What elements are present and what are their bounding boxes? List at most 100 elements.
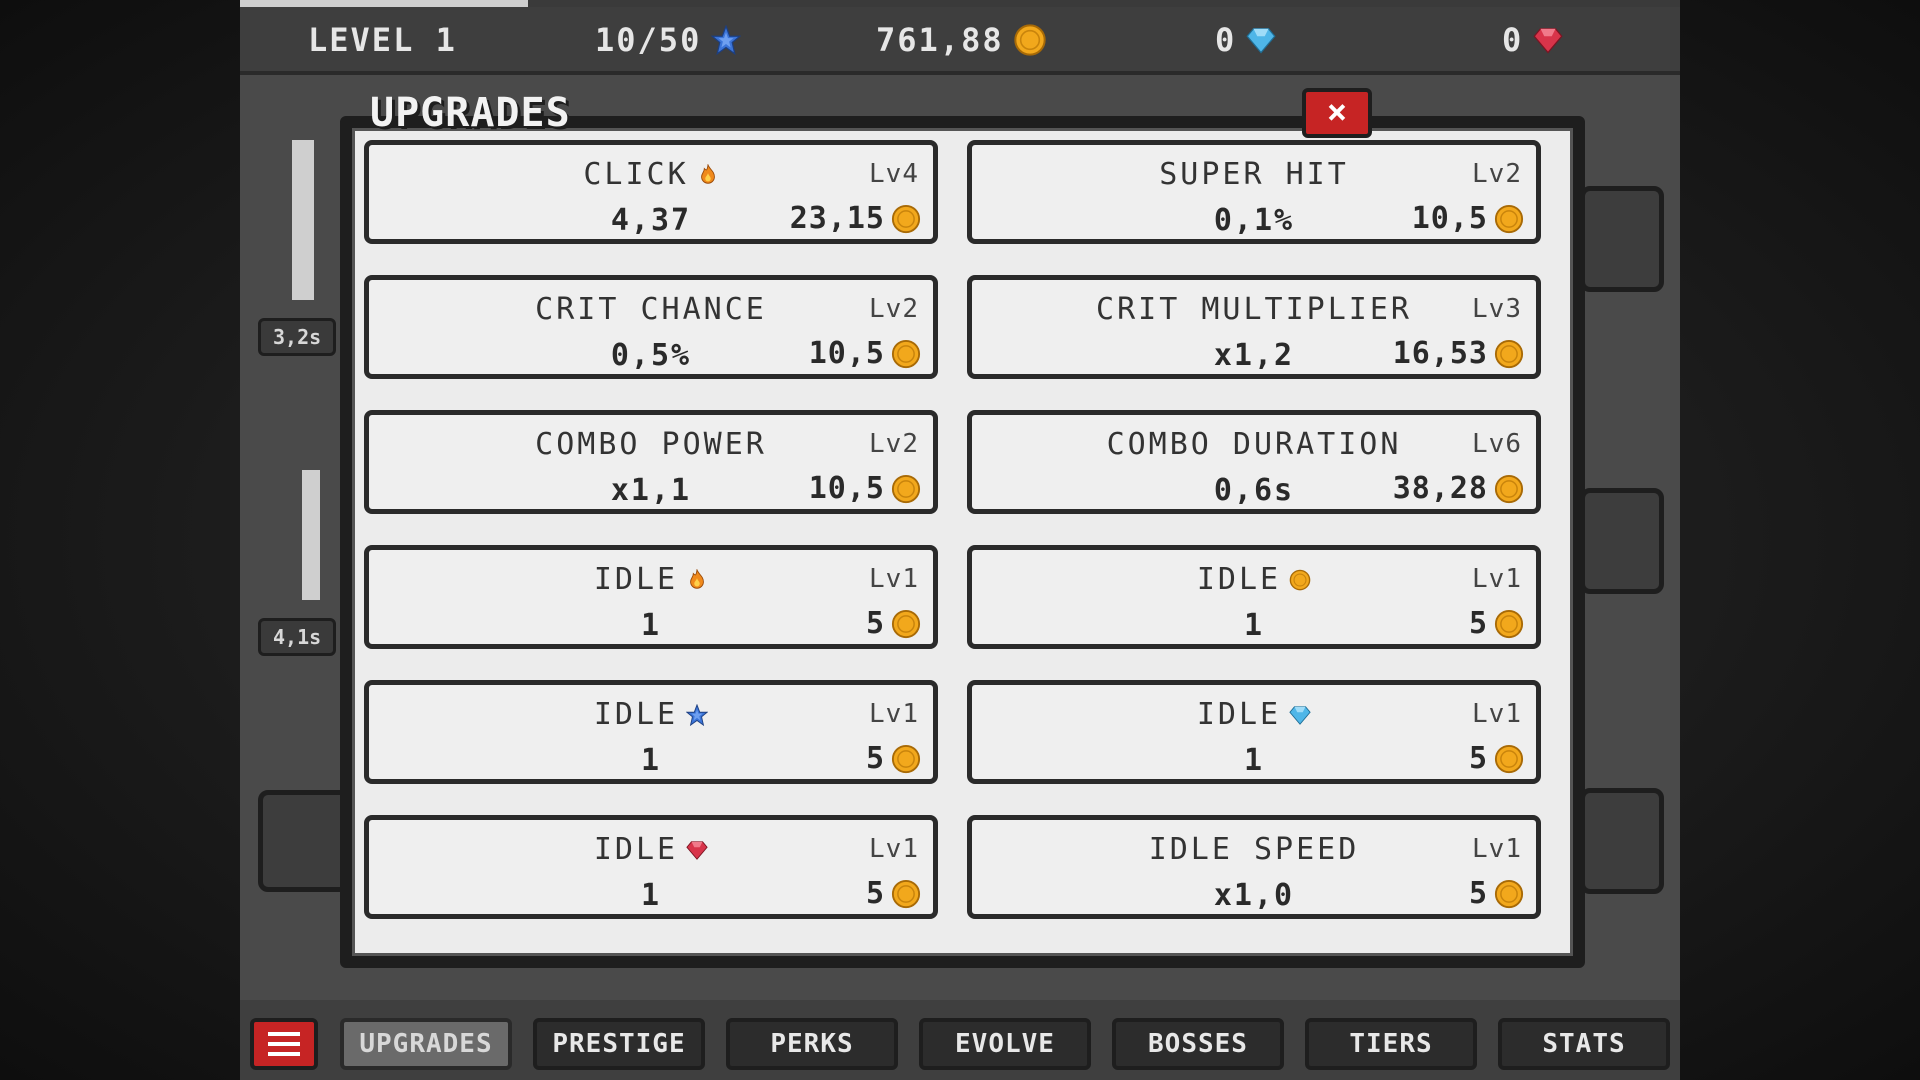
upgrade-card[interactable]: CRIT MULTIPLIER Lv3 x1,2 16,53 bbox=[967, 275, 1541, 379]
upgrade-cost: 10,5 bbox=[1412, 201, 1524, 236]
coin-icon bbox=[1494, 339, 1524, 368]
upgrade-card[interactable]: COMBO POWER Lv2 x1,1 10,5 bbox=[364, 410, 938, 514]
diamonds-counter: 0 bbox=[1215, 21, 1276, 59]
top-hud: LEVEL 1 10/50 761,88 0 0 bbox=[240, 7, 1680, 75]
side-panel bbox=[1580, 186, 1664, 292]
upgrade-card[interactable]: IDLE Lv1 1 5 bbox=[364, 545, 938, 649]
menu-icon bbox=[268, 1052, 300, 1056]
xp-progress-fill bbox=[240, 0, 528, 7]
ruby-icon bbox=[686, 839, 708, 861]
menu-button[interactable] bbox=[250, 1018, 318, 1070]
coin-icon bbox=[1494, 744, 1524, 773]
upgrade-cost-value: 5 bbox=[1468, 606, 1488, 641]
coins-counter: 761,88 bbox=[876, 21, 1046, 59]
upgrade-name-row: IDLE bbox=[369, 562, 933, 597]
tab-tiers[interactable]: TIERS bbox=[1305, 1018, 1477, 1070]
upgrade-level: Lv1 bbox=[1472, 834, 1522, 864]
coin-icon bbox=[891, 474, 921, 503]
tab-upgrades[interactable]: UPGRADES bbox=[340, 1018, 512, 1070]
upgrade-card[interactable]: SUPER HIT Lv2 0,1% 10,5 bbox=[967, 140, 1541, 244]
upgrade-name-row: CLICK bbox=[369, 157, 933, 192]
diamond-icon bbox=[1289, 704, 1311, 726]
modal-title: UPGRADES bbox=[370, 90, 571, 136]
flame-icon bbox=[697, 163, 719, 186]
upgrade-name-row: IDLE bbox=[972, 562, 1536, 597]
upgrade-card[interactable]: IDLE Lv1 1 5 bbox=[967, 680, 1541, 784]
coin-icon bbox=[1289, 569, 1311, 591]
upgrade-name-row: IDLE SPEED bbox=[972, 832, 1536, 867]
upgrade-level: Lv3 bbox=[1472, 294, 1522, 324]
upgrade-level: Lv2 bbox=[869, 294, 919, 324]
upgrade-level: Lv4 bbox=[869, 159, 919, 189]
diamond-icon bbox=[1246, 28, 1276, 54]
upgrade-value: 1 bbox=[1243, 743, 1265, 778]
star-icon bbox=[686, 703, 709, 726]
upgrade-name: CRIT MULTIPLIER bbox=[1096, 292, 1412, 327]
coin-icon bbox=[1494, 879, 1524, 908]
tab-stats[interactable]: STATS bbox=[1498, 1018, 1670, 1070]
upgrade-card[interactable]: IDLE Lv1 1 5 bbox=[364, 815, 938, 919]
upgrade-cost: 10,5 bbox=[809, 336, 921, 371]
upgrade-cost: 23,15 bbox=[790, 201, 921, 236]
coin-icon bbox=[1494, 609, 1524, 638]
diamonds-value: 0 bbox=[1215, 21, 1237, 59]
upgrade-name-row: COMBO POWER bbox=[369, 427, 933, 462]
upgrade-cost: 5 bbox=[866, 876, 921, 911]
coin-icon bbox=[1494, 204, 1524, 233]
upgrade-value: 1 bbox=[640, 878, 662, 913]
stars-counter: 10/50 bbox=[595, 21, 742, 59]
side-panel bbox=[1580, 488, 1664, 594]
upgrade-name-row: CRIT MULTIPLIER bbox=[972, 292, 1536, 327]
menu-icon bbox=[268, 1042, 300, 1046]
upgrade-level: Lv2 bbox=[869, 429, 919, 459]
upgrade-value: x1,0 bbox=[1213, 878, 1295, 913]
coins-value: 761,88 bbox=[876, 21, 1004, 59]
upgrade-card[interactable]: CLICK Lv4 4,37 23,15 bbox=[364, 140, 938, 244]
upgrade-name-row: IDLE bbox=[972, 697, 1536, 732]
upgrade-card[interactable]: COMBO DURATION Lv6 0,6s 38,28 bbox=[967, 410, 1541, 514]
xp-progress-bar bbox=[240, 0, 1680, 7]
tab-prestige[interactable]: PRESTIGE bbox=[533, 1018, 705, 1070]
flame-icon bbox=[686, 568, 708, 591]
coin-icon bbox=[891, 879, 921, 908]
upgrade-cost-value: 38,28 bbox=[1392, 471, 1488, 506]
upgrade-name: IDLE bbox=[1196, 562, 1282, 597]
upgrade-cost: 5 bbox=[1469, 741, 1524, 776]
upgrade-name: IDLE bbox=[593, 562, 679, 597]
upgrade-card[interactable]: IDLE Lv1 1 5 bbox=[967, 545, 1541, 649]
upgrade-name-row: IDLE bbox=[369, 832, 933, 867]
coin-icon bbox=[1013, 24, 1046, 56]
upgrade-cost: 5 bbox=[1469, 876, 1524, 911]
upgrade-cost: 5 bbox=[866, 741, 921, 776]
upgrade-value: 1 bbox=[640, 743, 662, 778]
upgrade-level: Lv2 bbox=[1472, 159, 1522, 189]
coin-icon bbox=[891, 339, 921, 368]
upgrade-cost-value: 23,15 bbox=[789, 201, 885, 236]
tab-perks[interactable]: PERKS bbox=[726, 1018, 898, 1070]
upgrade-card[interactable]: IDLE Lv1 1 5 bbox=[364, 680, 938, 784]
close-button[interactable]: × bbox=[1302, 88, 1372, 138]
upgrade-name-row: CRIT CHANCE bbox=[369, 292, 933, 327]
upgrade-name: IDLE bbox=[1196, 697, 1282, 732]
upgrade-cost-value: 16,53 bbox=[1392, 336, 1488, 371]
upgrade-name: IDLE SPEED bbox=[1148, 832, 1360, 867]
upgrade-cost-value: 10,5 bbox=[808, 471, 885, 506]
upgrade-name: COMBO POWER bbox=[535, 427, 767, 462]
upgrade-level: Lv1 bbox=[869, 699, 919, 729]
upgrade-name: IDLE bbox=[593, 697, 679, 732]
upgrade-cost: 16,53 bbox=[1393, 336, 1524, 371]
upgrade-cost: 38,28 bbox=[1393, 471, 1524, 506]
upgrade-cost-value: 5 bbox=[865, 741, 885, 776]
upgrade-name-row: COMBO DURATION bbox=[972, 427, 1536, 462]
level-indicator: LEVEL 1 bbox=[308, 21, 457, 59]
upgrade-cost-value: 5 bbox=[1468, 741, 1488, 776]
tab-bosses[interactable]: BOSSES bbox=[1112, 1018, 1284, 1070]
side-panel bbox=[1580, 788, 1664, 894]
upgrade-level: Lv1 bbox=[869, 564, 919, 594]
rubies-value: 0 bbox=[1502, 21, 1524, 59]
rubies-counter: 0 bbox=[1502, 21, 1563, 59]
upgrade-name: IDLE bbox=[593, 832, 679, 867]
tab-evolve[interactable]: EVOLVE bbox=[919, 1018, 1091, 1070]
upgrade-card[interactable]: IDLE SPEED Lv1 x1,0 5 bbox=[967, 815, 1541, 919]
upgrade-card[interactable]: CRIT CHANCE Lv2 0,5% 10,5 bbox=[364, 275, 938, 379]
